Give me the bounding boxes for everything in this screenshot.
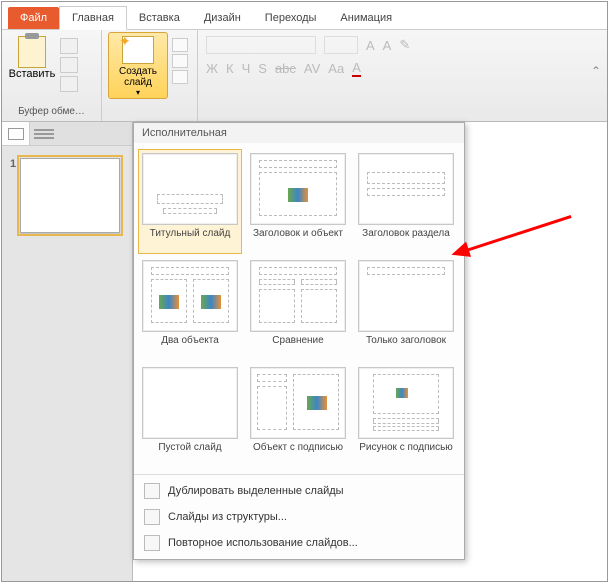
tab-design[interactable]: Дизайн	[192, 7, 253, 29]
ribbon: Вставить Буфер обме… Создать слайд ▾	[2, 30, 607, 122]
shadow-button[interactable]: S	[258, 61, 267, 76]
layout-label: Заголовок раздела	[362, 228, 450, 250]
font-size-combo[interactable]	[324, 36, 358, 54]
bold-button[interactable]: Ж	[206, 61, 218, 76]
layout-only-title[interactable]: Только заголовок	[354, 256, 458, 361]
layout-thumb	[358, 153, 454, 225]
shrink-font-button[interactable]: A	[383, 38, 392, 53]
layout-thumb	[358, 260, 454, 332]
font-color-button[interactable]: A	[352, 60, 361, 77]
duplicate-icon	[144, 483, 160, 499]
tab-home[interactable]: Главная	[59, 6, 127, 30]
layout-title[interactable]: Титульный слайд	[138, 149, 242, 254]
layout-label: Заголовок и объект	[253, 228, 343, 250]
char-spacing-button[interactable]: AV	[304, 61, 320, 76]
italic-button[interactable]: К	[226, 61, 234, 76]
layout-thumb	[142, 260, 238, 332]
copy-button[interactable]	[60, 57, 78, 73]
layout-label: Только заголовок	[366, 335, 446, 357]
tab-animation[interactable]: Анимация	[328, 7, 404, 29]
outline-icon	[144, 509, 160, 525]
new-slide-button[interactable]: Создать слайд ▾	[108, 32, 168, 99]
new-slide-dropdown: Исполнительная Титульный слайд Заголовок …	[133, 122, 465, 560]
layout-thumb	[358, 367, 454, 439]
clear-format-button[interactable]: ✎	[399, 37, 410, 53]
reuse-icon	[144, 535, 160, 551]
layout-label: Два объекта	[161, 335, 219, 357]
annotation-arrow	[457, 252, 577, 255]
cut-button[interactable]	[60, 38, 78, 54]
layout-content[interactable]: Заголовок и объект	[246, 149, 350, 254]
new-slide-icon	[122, 36, 154, 64]
layout-label: Титульный слайд	[150, 228, 231, 250]
section-button[interactable]	[172, 70, 188, 84]
layout-thumb	[250, 260, 346, 332]
grow-font-button[interactable]: A	[366, 38, 375, 53]
dropdown-header: Исполнительная	[134, 123, 464, 143]
reuse-slides-cmd[interactable]: Повторное использование слайдов...	[134, 530, 464, 556]
format-painter-button[interactable]	[60, 76, 78, 92]
slide-number: 1	[10, 158, 16, 233]
slides-from-outline-cmd[interactable]: Слайды из структуры...	[134, 504, 464, 530]
font-family-combo[interactable]	[206, 36, 316, 54]
layout-picture[interactable]: Рисунок с подписью	[354, 363, 458, 468]
layout-label: Рисунок с подписью	[359, 442, 453, 464]
layout-thumb	[142, 367, 238, 439]
layout-thumb	[142, 153, 238, 225]
paste-label: Вставить	[9, 68, 56, 80]
layout-thumb	[250, 367, 346, 439]
outline-tab[interactable]	[30, 122, 132, 145]
tab-transitions[interactable]: Переходы	[253, 7, 329, 29]
reset-button[interactable]	[172, 54, 188, 68]
layout-blank[interactable]: Пустой слайд	[138, 363, 242, 468]
layout-button[interactable]	[172, 38, 188, 52]
duplicate-slides-cmd[interactable]: Дублировать выделенные слайды	[134, 478, 464, 504]
chevron-down-icon: ▾	[136, 88, 140, 97]
layout-label: Сравнение	[272, 335, 323, 357]
paste-button[interactable]: Вставить	[8, 32, 56, 92]
layout-thumb	[250, 153, 346, 225]
layout-two[interactable]: Два объекта	[138, 256, 242, 361]
underline-button[interactable]: Ч	[242, 61, 251, 76]
ribbon-collapse-icon[interactable]: ⌃	[591, 64, 601, 78]
slide-thumbnail[interactable]	[20, 158, 120, 233]
strike-button[interactable]: abc	[275, 61, 296, 76]
tab-insert[interactable]: Вставка	[127, 7, 192, 29]
clipboard-icon	[18, 36, 46, 68]
tab-file[interactable]: Файл	[8, 7, 59, 29]
clipboard-group-label: Буфер обме…	[8, 104, 95, 119]
thumbnails-tab[interactable]	[2, 122, 30, 145]
layout-caption[interactable]: Объект с подписью	[246, 363, 350, 468]
ribbon-tabs: Файл Главная Вставка Дизайн Переходы Ани…	[2, 2, 607, 30]
new-slide-label: Создать слайд	[111, 66, 165, 88]
change-case-button[interactable]: Aa	[328, 61, 344, 76]
layout-compare[interactable]: Сравнение	[246, 256, 350, 361]
layout-label: Объект с подписью	[253, 442, 343, 464]
layout-label: Пустой слайд	[158, 442, 221, 464]
layout-section[interactable]: Заголовок раздела	[354, 149, 458, 254]
slide-panel: 1	[2, 122, 133, 581]
